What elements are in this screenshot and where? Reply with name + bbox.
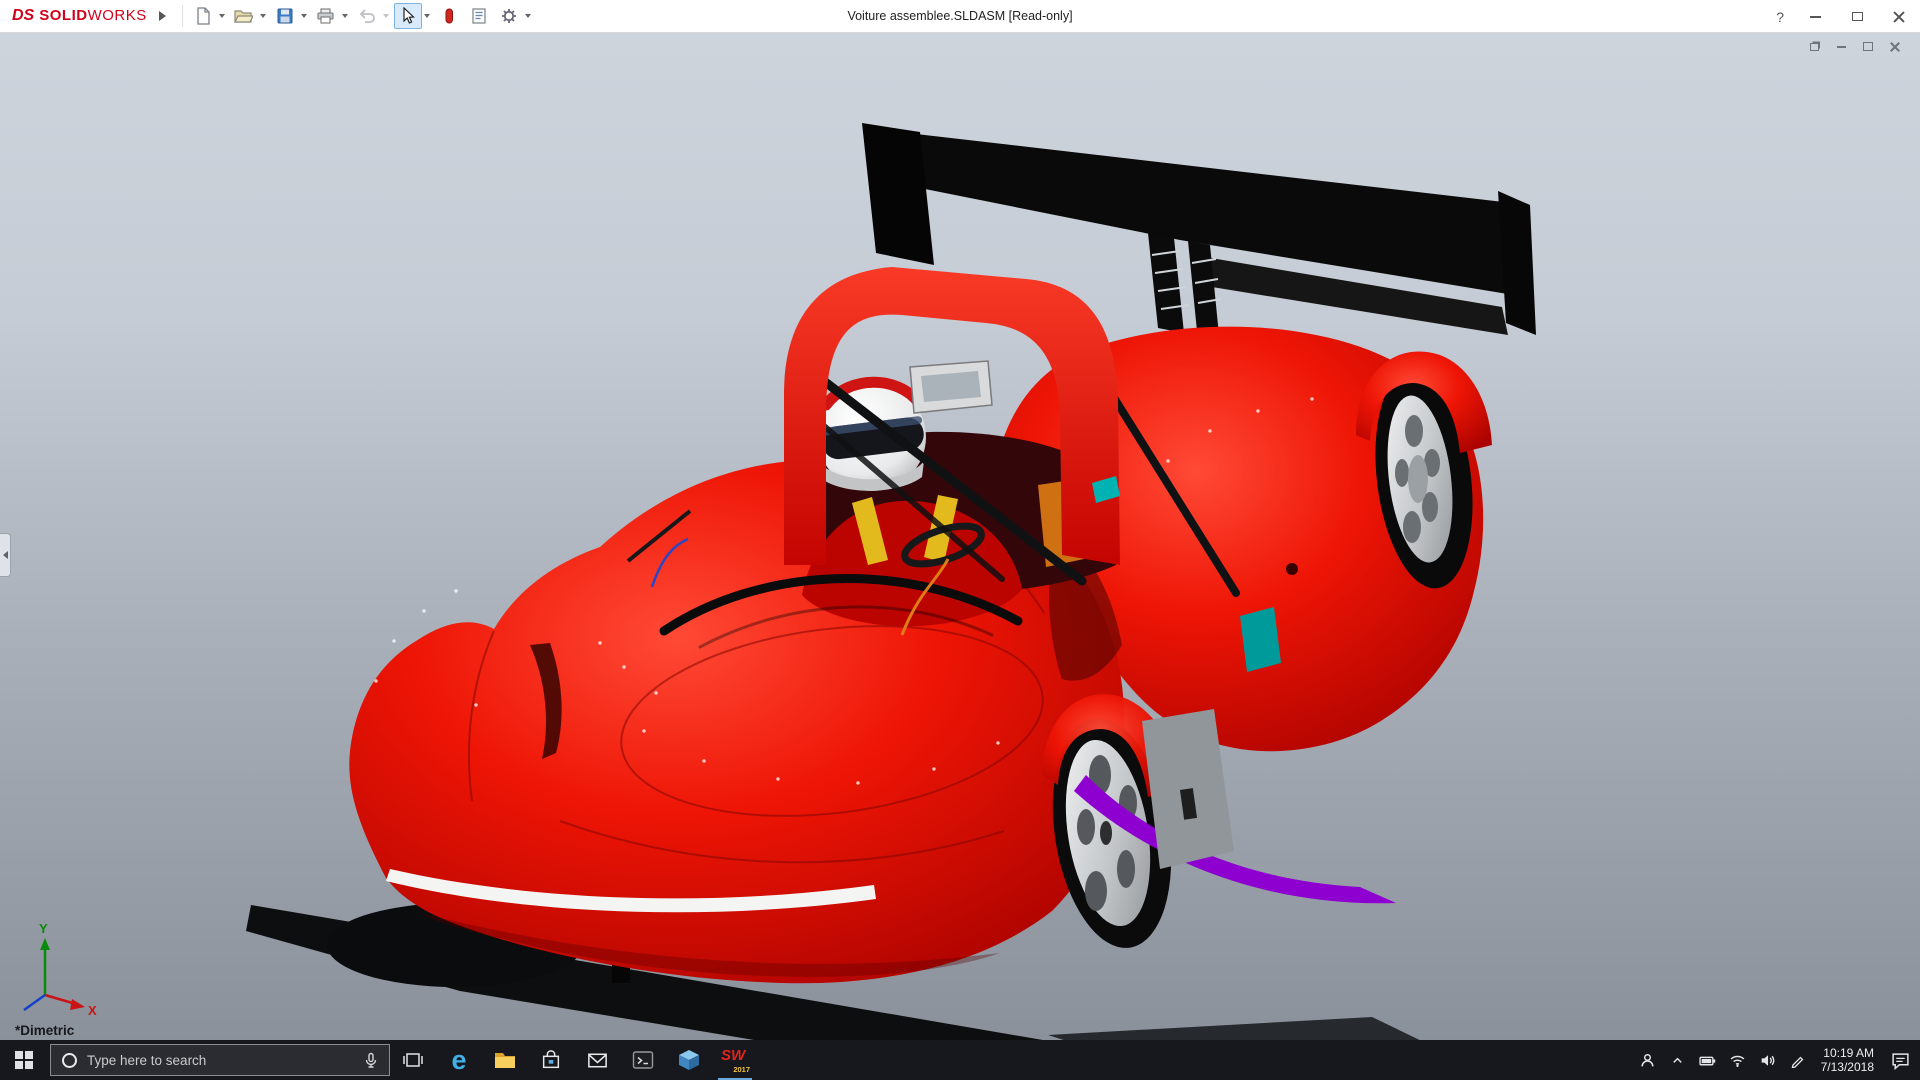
cube-viewer-icon [677, 1048, 701, 1072]
taskbar-search[interactable] [50, 1044, 390, 1076]
maximize-button[interactable] [1846, 8, 1868, 26]
volume-button[interactable] [1753, 1040, 1783, 1080]
help-button[interactable]: ? [1776, 9, 1784, 25]
store-button[interactable] [528, 1040, 574, 1080]
menu-flyout-arrow-icon[interactable] [159, 11, 166, 21]
file-properties-button[interactable] [465, 3, 493, 29]
orientation-triad: Y X [24, 921, 97, 1018]
wifi-icon [1729, 1052, 1746, 1069]
dropdown-caret[interactable] [219, 14, 225, 18]
terminal-icon [631, 1048, 655, 1072]
system-tray: 10:19 AM 7/13/2018 [1633, 1040, 1920, 1080]
rebuild-button[interactable] [435, 3, 463, 29]
undo-icon [358, 7, 376, 25]
solidworks-taskbar-button[interactable]: SW 2017 [712, 1040, 758, 1080]
open-button[interactable] [230, 3, 258, 29]
dropdown-caret[interactable] [383, 14, 389, 18]
file-properties-icon [470, 7, 488, 25]
cortana-icon [62, 1053, 77, 1068]
clock-time: 10:19 AM [1821, 1046, 1874, 1060]
dropdown-caret[interactable] [342, 14, 348, 18]
doc-close-button[interactable] [1886, 39, 1904, 54]
pen-button[interactable] [1783, 1040, 1813, 1080]
view-orientation-label: *Dimetric [15, 1023, 74, 1038]
axis-x-label: X [88, 1003, 97, 1018]
dropdown-caret[interactable] [301, 14, 307, 18]
dropdown-caret[interactable] [260, 14, 266, 18]
show-hidden-icons-button[interactable] [1663, 1040, 1693, 1080]
select-tool-button[interactable] [394, 3, 422, 29]
minimize-icon [1837, 46, 1846, 48]
undo-button[interactable] [353, 3, 381, 29]
terminal-app-button[interactable] [620, 1040, 666, 1080]
window-controls: ? [1776, 0, 1910, 33]
titlebar: DSSOLIDWORKS [0, 0, 1920, 33]
solidworks-window: DSSOLIDWORKS [0, 0, 1920, 1080]
microphone-icon[interactable] [363, 1052, 379, 1068]
windows-logo-icon [15, 1051, 33, 1069]
store-icon [540, 1049, 562, 1071]
print-button[interactable] [312, 3, 340, 29]
task-view-icon [402, 1049, 424, 1071]
graphics-viewport: Y X *Dimetric [0, 33, 1920, 1040]
doc-minimize-button[interactable] [1832, 39, 1850, 54]
people-button[interactable] [1633, 1040, 1663, 1080]
teal-vent-lower [1240, 607, 1281, 672]
axis-y-label: Y [39, 921, 48, 936]
chevron-up-icon [1670, 1053, 1685, 1068]
windows-taskbar: e [0, 1040, 1920, 1080]
restore-down-icon [1810, 43, 1819, 51]
print-icon [316, 7, 335, 25]
volume-icon [1759, 1052, 1776, 1069]
solidworks-icon: SW 2017 [720, 1047, 750, 1073]
people-icon [1639, 1052, 1656, 1069]
document-window-controls [1805, 39, 1904, 54]
model-view-race-car[interactable]: Y X [0, 33, 1920, 1040]
new-document-icon [194, 7, 212, 25]
maximize-icon [1852, 12, 1863, 21]
rebuild-icon [443, 7, 455, 25]
dropdown-caret[interactable] [424, 14, 430, 18]
save-icon [276, 7, 294, 25]
clock-date: 7/13/2018 [1821, 1060, 1874, 1074]
open-icon [234, 7, 253, 25]
options-gear-icon [500, 7, 518, 25]
taskbar-clock[interactable]: 10:19 AM 7/13/2018 [1813, 1046, 1880, 1074]
dock-button[interactable] [1805, 39, 1823, 54]
mail-icon [586, 1049, 609, 1072]
edge-icon: e [451, 1048, 466, 1072]
action-center-icon [1891, 1051, 1910, 1070]
pen-icon [1790, 1052, 1806, 1068]
ds-logo: DS [12, 7, 34, 25]
mail-button[interactable] [574, 1040, 620, 1080]
options-button[interactable] [495, 3, 523, 29]
solidworks-logo[interactable]: DSSOLIDWORKS [0, 7, 155, 25]
close-icon [1893, 11, 1905, 23]
maximize-icon [1863, 42, 1873, 51]
file-explorer-button[interactable] [482, 1040, 528, 1080]
mirror-box [910, 361, 992, 413]
select-cursor-icon [400, 7, 416, 25]
doc-maximize-button[interactable] [1859, 39, 1877, 54]
close-icon [1890, 42, 1900, 52]
minimize-button[interactable] [1804, 8, 1826, 26]
action-center-button[interactable] [1880, 1040, 1920, 1080]
start-button[interactable] [0, 1040, 48, 1080]
network-button[interactable] [1723, 1040, 1753, 1080]
new-document-button[interactable] [189, 3, 217, 29]
file-explorer-icon [493, 1048, 517, 1072]
save-button[interactable] [271, 3, 299, 29]
wing-supports [1148, 233, 1221, 335]
battery-button[interactable] [1693, 1040, 1723, 1080]
cube-viewer-button[interactable] [666, 1040, 712, 1080]
task-view-button[interactable] [390, 1040, 436, 1080]
battery-icon [1699, 1052, 1716, 1069]
quick-access-toolbar [189, 3, 534, 29]
dropdown-caret[interactable] [525, 14, 531, 18]
search-input[interactable] [87, 1053, 363, 1068]
close-button[interactable] [1888, 8, 1910, 26]
minimize-icon [1810, 16, 1821, 18]
edge-button[interactable]: e [436, 1040, 482, 1080]
